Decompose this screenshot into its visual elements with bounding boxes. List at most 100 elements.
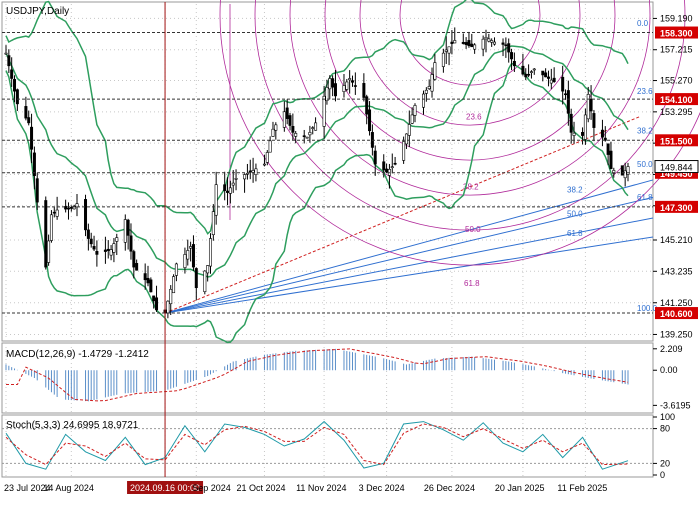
candle-body: [251, 170, 255, 173]
fib-retracement-label-4: 61.8: [637, 193, 653, 202]
y-tick-label-2: 155.270: [660, 76, 693, 86]
candle-body: [413, 105, 417, 116]
candle-body: [35, 178, 39, 203]
candle-body: [450, 41, 454, 44]
candle-body: [521, 65, 525, 75]
candle-body: [203, 270, 207, 292]
stoch-y-tick-label-2: 20: [660, 458, 670, 468]
stoch-title: Stoch(5,3,3) 24.6995 18.9721: [6, 420, 139, 431]
candle-body: [95, 251, 99, 255]
candle-body: [69, 207, 73, 209]
candle-body: [30, 126, 34, 150]
candle-body: [348, 78, 352, 81]
candle-body: [27, 117, 31, 124]
candle-body: [291, 125, 295, 133]
candle-body: [308, 132, 312, 136]
candle-body: [32, 152, 36, 176]
candle-body: [106, 248, 110, 251]
candle-body: [172, 276, 176, 294]
candle-body: [194, 268, 198, 288]
candle-body: [322, 95, 326, 127]
candle-body: [228, 187, 232, 194]
candle-body: [504, 44, 508, 47]
candle-body: [189, 246, 193, 249]
candle-body: [382, 161, 386, 171]
candle-body: [282, 111, 286, 128]
fib-retracement-label-0: 0.0: [637, 19, 649, 28]
candle-body: [430, 74, 434, 92]
candle-body: [49, 214, 53, 241]
candle-body: [186, 250, 190, 260]
candle-body: [191, 244, 195, 268]
y-tick-label-10: 139.250: [660, 329, 693, 339]
candle-body: [15, 89, 19, 105]
candle-body: [89, 238, 93, 245]
candle-body: [586, 94, 590, 120]
candle-body: [552, 77, 556, 82]
candle-body: [10, 69, 14, 79]
fib-retracement-label-1: 23.6: [637, 87, 653, 96]
candle-body: [135, 263, 139, 271]
candle-body: [566, 90, 570, 114]
candle-body: [546, 76, 550, 79]
y-tick-label-7: 145.210: [660, 235, 693, 245]
price-level-badge-label-0: 158.300: [660, 29, 693, 39]
candle-body: [268, 140, 272, 153]
main-chart-title: USDJPY,Daily: [6, 6, 69, 17]
candle-body: [569, 113, 573, 133]
candle-body: [331, 78, 335, 88]
y-tick-label-3: 153.295: [660, 107, 693, 117]
candle-body: [265, 152, 269, 163]
x-tick-label-1: 14 Aug 2024: [43, 483, 94, 493]
candle-body: [223, 184, 227, 191]
x-tick-label-7: 26 Dec 2024: [424, 483, 475, 493]
candle-body: [623, 170, 627, 179]
candle-body: [589, 98, 593, 112]
fib-retracement-label-2: 38.2: [637, 127, 653, 136]
candle-body: [7, 55, 11, 67]
x-tick-label-8: 20 Jan 2025: [495, 483, 545, 493]
candle-body: [206, 265, 210, 274]
candle-body: [362, 83, 366, 98]
candle-body: [112, 243, 116, 253]
candle-body: [385, 168, 389, 173]
candle-body: [453, 40, 457, 44]
chart-window: 38.2 50.0 61.8 23.6 38.2 50.0 61.8 0.0 23.6 38.…: [0, 0, 700, 500]
candle-body: [424, 89, 428, 94]
x-tick-label-6: 3 Dec 2024: [359, 483, 405, 493]
candle-body: [132, 251, 136, 268]
candle-body: [444, 49, 448, 52]
candle-body: [285, 107, 289, 119]
candle-body: [390, 166, 394, 169]
candle-body: [155, 297, 159, 311]
candle-body: [529, 71, 533, 73]
candle-body: [274, 124, 278, 131]
macd-y-tick-label-2: -3.6195: [660, 400, 691, 410]
candle-body: [44, 200, 48, 268]
candle-body: [407, 124, 411, 136]
candle-body: [606, 143, 610, 155]
candle-body: [527, 73, 531, 76]
candle-body: [115, 237, 119, 242]
candle-body: [24, 106, 28, 119]
candle-body: [410, 114, 414, 124]
y-tick-label-9: 141.250: [660, 298, 693, 308]
candle-body: [231, 182, 235, 186]
candle-body: [592, 113, 596, 128]
candle-body: [484, 36, 488, 40]
candle-body: [109, 249, 113, 256]
candle-body: [507, 43, 511, 53]
candle-body: [549, 79, 553, 84]
candle-body: [52, 211, 56, 214]
candle-body: [84, 199, 88, 231]
macd-title: MACD(12,26,9) -1.4729 -1.2412: [6, 349, 149, 360]
candle-body: [103, 249, 107, 252]
candle-body: [501, 42, 505, 45]
candle-body: [208, 238, 212, 267]
candle-body: [473, 44, 477, 50]
y-tick-label-8: 143.235: [660, 266, 693, 276]
candle-body: [524, 73, 528, 78]
candle-body: [169, 288, 173, 305]
chart-svg: 38.250.061.8 23.638.250.061.8 0.023.638.…: [0, 0, 700, 500]
candle-body: [305, 136, 309, 139]
